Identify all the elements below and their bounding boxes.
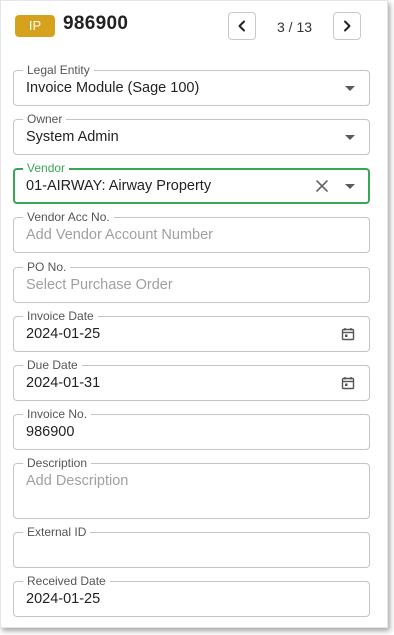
owner-value: System Admin [26,129,119,145]
previous-invoice-button[interactable] [228,12,256,40]
chevron-left-icon [238,20,245,32]
vendor-value: 01-AIRWAY: Airway Property [26,178,212,194]
legal-entity-value: Invoice Module (Sage 100) [26,80,200,96]
external-id-label: External ID [23,525,91,539]
invoice-number-field[interactable]: Invoice No. 986900 [13,407,370,450]
description-field[interactable]: Description Add Description [13,456,370,519]
received-date-label: Received Date [23,574,110,588]
due-date-field[interactable]: Due Date 2024-01-31 [13,358,370,401]
vendor-account-number-field[interactable]: Vendor Acc No. Add Vendor Account Number [13,210,370,253]
vendor-select[interactable]: Vendor 01-AIRWAY: Airway Property [13,161,370,204]
dropdown-arrow-icon[interactable] [345,184,355,189]
calendar-icon[interactable] [341,327,355,341]
chevron-right-icon [344,20,351,32]
vendor-account-number-label: Vendor Acc No. [23,210,114,224]
vendor-label: Vendor [23,161,70,175]
description-placeholder: Add Description [26,473,129,489]
description-label: Description [23,456,92,470]
invoice-form-panel: IP 986900 3 / 13 Legal Entity Invoice Mo… [0,0,388,628]
invoice-date-label: Invoice Date [23,309,98,323]
invoice-number-label: Invoice No. [23,407,92,421]
received-date-field[interactable]: Received Date 2024-01-25 [13,574,370,617]
invoice-counter: 3 / 13 [276,19,313,35]
external-id-field[interactable]: External ID [13,525,370,568]
calendar-icon[interactable] [341,376,355,390]
po-number-select[interactable]: PO No. Select Purchase Order [13,260,370,303]
invoice-number-title: 986900 [63,13,129,34]
status-badge: IP [15,15,55,37]
invoice-date-value: 2024-01-25 [26,326,101,342]
invoice-number-value: 986900 [26,424,75,440]
invoice-date-field[interactable]: Invoice Date 2024-01-25 [13,309,370,352]
due-date-value: 2024-01-31 [26,375,101,391]
dropdown-arrow-icon[interactable] [345,135,355,140]
vendor-account-number-placeholder: Add Vendor Account Number [26,227,214,243]
owner-label: Owner [23,112,67,126]
clear-icon[interactable] [314,178,330,194]
due-date-label: Due Date [23,358,82,372]
po-number-label: PO No. [23,260,71,274]
po-number-placeholder: Select Purchase Order [26,277,173,293]
next-invoice-button[interactable] [333,12,361,40]
legal-entity-label: Legal Entity [23,63,94,77]
received-date-value: 2024-01-25 [26,591,101,607]
invoice-header: IP 986900 3 / 13 [13,11,373,43]
dropdown-arrow-icon[interactable] [345,86,355,91]
owner-select[interactable]: Owner System Admin [13,112,370,155]
legal-entity-select[interactable]: Legal Entity Invoice Module (Sage 100) [13,63,370,106]
